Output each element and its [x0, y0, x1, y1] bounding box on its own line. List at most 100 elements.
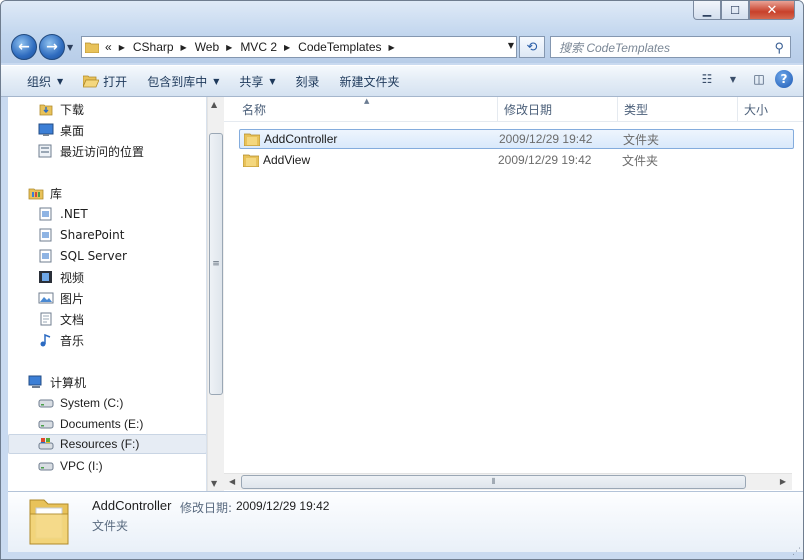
scroll-down-arrow-icon[interactable]: ▼	[211, 479, 217, 488]
nav-item-computer[interactable]: 计算机	[8, 372, 206, 392]
file-modified: 2009/12/29 19:42	[499, 132, 593, 146]
search-input[interactable]: 搜索 CodeTemplates ⚲	[550, 36, 791, 58]
chevron-right-icon[interactable]: ▶	[181, 43, 187, 52]
column-header-size[interactable]: 大小	[738, 97, 798, 122]
nav-item-libraries[interactable]: 库	[8, 183, 206, 203]
nav-item-label: 音乐	[60, 333, 85, 348]
chevron-right-icon[interactable]: ▶	[226, 43, 232, 52]
forward-button[interactable]: →	[39, 34, 65, 60]
scroll-up-arrow-icon[interactable]: ▲	[211, 100, 217, 109]
scroll-left-arrow-icon[interactable]: ◀	[229, 477, 235, 486]
file-name: AddView	[263, 153, 311, 167]
breadcrumb-overflow[interactable]: «	[105, 40, 112, 54]
nav-item-downloads[interactable]: 下载	[8, 99, 206, 119]
nav-item-library-pictures[interactable]: 图片	[8, 288, 206, 308]
help-icon: ?	[780, 72, 788, 86]
nav-item-library-videos[interactable]: 视频	[8, 267, 206, 287]
nav-item-library-music[interactable]: 音乐	[8, 330, 206, 350]
refresh-icon: ⟲	[526, 39, 538, 55]
system-drive-icon	[38, 436, 54, 452]
download-folder-icon	[38, 101, 54, 117]
navigation-scrollbar[interactable]: ▲ ≡ ▼	[207, 97, 224, 491]
column-header-label: 大小	[744, 103, 769, 117]
file-row[interactable]: AddView 2009/12/29 19:42 文件夹	[239, 150, 794, 170]
nav-item-library-dotnet[interactable]: .NET	[8, 204, 206, 224]
help-button[interactable]: ?	[775, 70, 793, 88]
breadcrumb-item[interactable]: CodeTemplates	[298, 40, 381, 54]
desktop-icon	[38, 122, 54, 138]
nav-item-drive-f[interactable]: Resources (F:)	[8, 434, 206, 454]
nav-item-label: 下载	[60, 102, 85, 117]
nav-item-label: Resources (F:)	[60, 437, 140, 451]
new-folder-label: 新建文件夹	[339, 74, 400, 89]
folder-icon	[85, 42, 99, 53]
view-controls: ☷ ▼ ◫ ?	[697, 70, 803, 88]
video-library-icon	[38, 269, 54, 285]
open-button[interactable]: 打开	[73, 69, 137, 93]
file-row[interactable]: AddController 2009/12/29 19:42 文件夹	[239, 129, 794, 149]
address-history-dropdown[interactable]: ▼	[508, 41, 514, 50]
organize-button[interactable]: 组织 ▼	[17, 69, 73, 93]
folder-large-icon	[29, 499, 69, 545]
details-file-type: 文件夹	[92, 519, 129, 533]
nav-item-label: 视频	[60, 270, 85, 285]
scroll-right-arrow-icon[interactable]: ▶	[780, 477, 786, 486]
chevron-right-icon[interactable]: ▶	[119, 43, 125, 52]
search-icon[interactable]: ⚲	[774, 40, 784, 56]
minimize-button[interactable]: ▁	[693, 1, 721, 20]
file-list-horizontal-scrollbar[interactable]: ◀ ⦀ ▶	[224, 473, 792, 490]
nav-item-recent-places[interactable]: 最近访问的位置	[8, 141, 206, 161]
nav-item-drive-i[interactable]: VPC (I:)	[8, 456, 206, 476]
breadcrumb-item[interactable]: Web	[195, 40, 219, 54]
file-type: 文件夹	[623, 132, 660, 147]
computer-icon	[28, 374, 44, 390]
chevron-down-icon: ▼	[57, 76, 64, 86]
burn-button[interactable]: 刻录	[286, 69, 330, 93]
breadcrumb-item[interactable]: MVC 2	[240, 40, 277, 54]
chevron-right-icon[interactable]: ▶	[284, 43, 290, 52]
column-header-name[interactable]: 名称 ▲	[224, 97, 498, 122]
preview-pane-icon: ◫	[753, 72, 765, 86]
column-header-label: 名称	[242, 103, 267, 117]
change-view-button[interactable]: ☷	[697, 70, 717, 88]
scrollbar-thumb[interactable]: ⦀	[241, 475, 746, 489]
folder-icon	[244, 133, 260, 146]
pictures-library-icon	[38, 290, 54, 306]
nav-item-desktop[interactable]: 桌面	[8, 120, 206, 140]
recent-places-icon	[38, 143, 54, 159]
details-pane: AddController 修改日期: 2009/12/29 19:42 文件夹	[8, 491, 803, 552]
chevron-right-icon[interactable]: ▶	[389, 43, 395, 52]
share-button[interactable]: 共享 ▼	[229, 69, 285, 93]
arrow-left-icon: ←	[18, 39, 30, 55]
column-header-modified[interactable]: 修改日期	[498, 97, 618, 122]
recent-pages-dropdown[interactable]: ▼	[67, 43, 73, 52]
address-bar[interactable]: « ▶ CSharp ▶ Web ▶ MVC 2 ▶ CodeTemplates…	[81, 36, 517, 58]
new-folder-button[interactable]: 新建文件夹	[330, 69, 410, 93]
preview-pane-button[interactable]: ◫	[749, 70, 769, 88]
burn-label: 刻录	[295, 74, 320, 89]
maximize-button[interactable]: ☐	[721, 1, 749, 20]
nav-item-drive-e[interactable]: Documents (E:)	[8, 414, 206, 434]
close-button[interactable]: ✕	[749, 1, 795, 20]
include-library-button[interactable]: 包含到库中 ▼	[137, 69, 229, 93]
file-modified: 2009/12/29 19:42	[498, 153, 592, 167]
column-header-type[interactable]: 类型	[618, 97, 738, 122]
nav-item-label: 库	[50, 186, 63, 201]
details-modified-label: 修改日期:	[180, 501, 233, 515]
nav-item-library-documents[interactable]: 文档	[8, 309, 206, 329]
nav-item-drive-c[interactable]: System (C:)	[8, 393, 206, 413]
arrow-right-icon: →	[46, 39, 58, 55]
documents-library-icon	[38, 311, 54, 327]
view-options-dropdown[interactable]: ▼	[723, 70, 743, 88]
nav-item-label: VPC (I:)	[60, 459, 103, 473]
scrollbar-thumb[interactable]: ≡	[209, 133, 223, 395]
breadcrumb-item[interactable]: CSharp	[133, 40, 174, 54]
back-button[interactable]: ←	[11, 34, 37, 60]
chevron-down-icon: ▼	[213, 76, 220, 86]
sort-ascending-icon: ▲	[364, 97, 370, 105]
column-headers: 名称 ▲ 修改日期 类型 大小	[224, 97, 803, 122]
refresh-button[interactable]: ⟲	[519, 36, 545, 58]
nav-item-library-sharepoint[interactable]: SharePoint	[8, 225, 206, 245]
nav-item-library-sqlserver[interactable]: SQL Server	[8, 246, 206, 266]
resize-grip-icon[interactable]: ⋰	[792, 547, 801, 557]
